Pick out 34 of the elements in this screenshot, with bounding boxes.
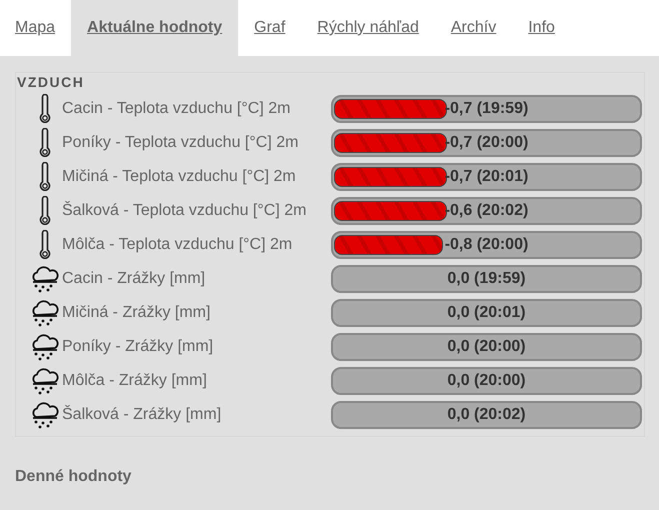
value-reading: 0,0 (20:01) <box>447 304 526 322</box>
sensor-label: Mičiná - Teplota vzduchu [°C] 2m <box>62 168 296 186</box>
nav-tab[interactable]: Graf <box>238 0 302 56</box>
value-reading: 0,0 (20:00) <box>447 372 526 390</box>
thermometer-icon <box>38 94 52 124</box>
value-reading: 0,0 (20:00) <box>447 338 526 356</box>
sensor-label: Šalková - Teplota vzduchu [°C] 2m <box>62 202 306 220</box>
thermometer-icon <box>38 230 52 260</box>
value-reading: -0,8 (20:00) <box>444 236 528 254</box>
nav-tab[interactable]: Archív <box>434 0 512 56</box>
rain-cloud-icon <box>30 401 60 429</box>
sensor-label: Poníky - Zrážky [mm] <box>62 338 214 356</box>
thermometer-icon <box>38 196 52 226</box>
sensor-label: Mičiná - Zrážky [mm] <box>62 304 210 322</box>
sensor-label: Cacin - Teplota vzduchu [°C] 2m <box>62 100 290 118</box>
section-heading: Denné hodnoty <box>15 468 132 486</box>
nav-tab[interactable]: Info <box>512 0 571 56</box>
nav-tab[interactable]: Rýchly náhľad <box>301 0 435 56</box>
rain-cloud-icon <box>30 333 60 361</box>
sensor-label: Poníky - Teplota vzduchu [°C] 2m <box>62 134 298 152</box>
rain-cloud-icon <box>30 367 60 395</box>
rain-cloud-icon <box>30 265 60 293</box>
value-reading: 0,0 (20:02) <box>447 406 526 424</box>
sensor-label: Môlča - Zrážky [mm] <box>62 372 207 390</box>
sensor-label: Môlča - Teplota vzduchu [°C] 2m <box>62 236 292 254</box>
sensor-label: Šalková - Zrážky [mm] <box>62 406 222 424</box>
thermometer-icon <box>38 128 52 158</box>
section-title: VZDUCH <box>16 74 86 92</box>
value-reading: 0,0 (19:59) <box>447 270 526 288</box>
thermometer-icon <box>38 162 52 192</box>
rain-cloud-icon <box>30 299 60 327</box>
nav-tab[interactable]: Aktuálne hodnoty <box>71 0 238 56</box>
nav-tab[interactable]: Mapa <box>0 0 72 56</box>
sensor-label: Cacin - Zrážky [mm] <box>62 270 206 288</box>
